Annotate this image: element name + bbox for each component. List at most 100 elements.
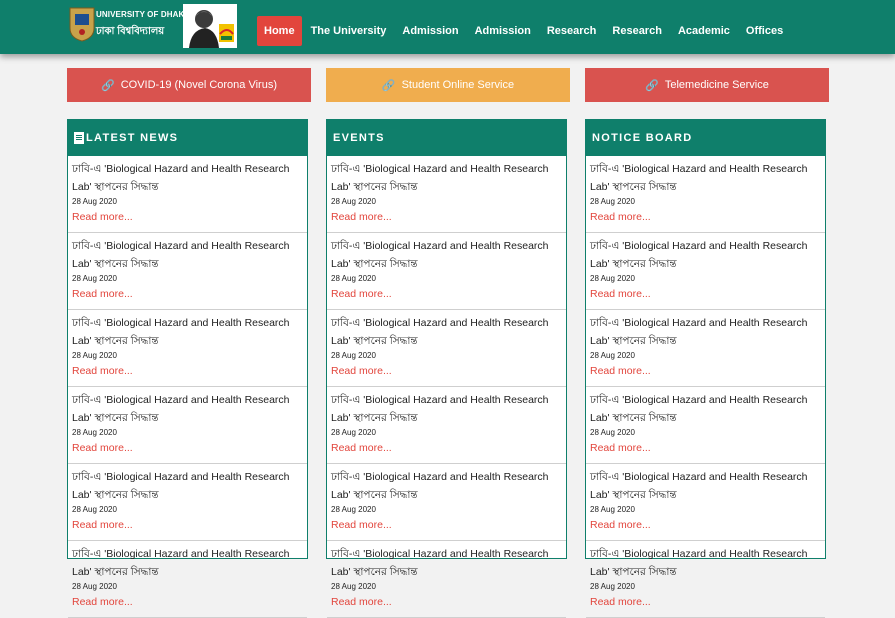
- read-more-link[interactable]: Read more...: [72, 285, 303, 303]
- brand-name-english: UNIVERSITY OF DHAKA: [96, 10, 191, 19]
- list-item: ঢাবি-এ 'Biological Hazard and Health Res…: [586, 541, 825, 618]
- list-item: ঢাবি-এ 'Biological Hazard and Health Res…: [68, 541, 307, 618]
- read-more-link[interactable]: Read more...: [331, 516, 562, 534]
- link-icon: 🔗: [645, 79, 659, 92]
- item-title-link[interactable]: ঢাবি-এ 'Biological Hazard and Health Res…: [331, 391, 562, 427]
- panel-title: EVENTS: [333, 132, 385, 144]
- item-title-link[interactable]: ঢাবি-এ 'Biological Hazard and Health Res…: [331, 468, 562, 504]
- item-date: 28 Aug 2020: [590, 582, 635, 591]
- read-more-link[interactable]: Read more...: [331, 593, 562, 611]
- list-item: ঢাবি-এ 'Biological Hazard and Health Res…: [68, 387, 307, 464]
- notice-board-panel: NOTICE BOARD ঢাবি-এ 'Biological Hazard a…: [585, 119, 826, 618]
- panel-header: LATEST NEWS: [68, 120, 307, 156]
- read-more-link[interactable]: Read more...: [590, 208, 821, 226]
- item-date: 28 Aug 2020: [590, 274, 635, 283]
- read-more-link[interactable]: Read more...: [331, 208, 562, 226]
- notice-list: ঢাবি-এ 'Biological Hazard and Health Res…: [586, 156, 825, 618]
- item-title-link[interactable]: ঢাবি-এ 'Biological Hazard and Health Res…: [72, 545, 303, 581]
- item-date: 28 Aug 2020: [72, 351, 117, 360]
- item-title-link[interactable]: ঢাবি-এ 'Biological Hazard and Health Res…: [72, 468, 303, 504]
- panel-title: NOTICE BOARD: [592, 132, 693, 144]
- brand-name-bangla: ঢাকা বিশ্ববিদ্যালয়: [96, 26, 165, 37]
- read-more-link[interactable]: Read more...: [331, 439, 562, 457]
- item-title-link[interactable]: ঢাবি-এ 'Biological Hazard and Health Res…: [590, 314, 821, 350]
- item-date: 28 Aug 2020: [72, 274, 117, 283]
- item-title-link[interactable]: ঢাবি-এ 'Biological Hazard and Health Res…: [590, 237, 821, 273]
- link-icon: 🔗: [381, 79, 396, 92]
- news-list: ঢাবি-এ 'Biological Hazard and Health Res…: [68, 156, 307, 618]
- list-item: ঢাবি-এ 'Biological Hazard and Health Res…: [68, 233, 307, 310]
- list-item: ঢাবি-এ 'Biological Hazard and Health Res…: [586, 464, 825, 541]
- list-item: ঢাবি-এ 'Biological Hazard and Health Res…: [586, 387, 825, 464]
- item-title-link[interactable]: ঢাবি-এ 'Biological Hazard and Health Res…: [72, 237, 303, 273]
- panel-header: NOTICE BOARD: [586, 120, 825, 156]
- item-date: 28 Aug 2020: [331, 582, 376, 591]
- nav-item-academic[interactable]: Academic: [671, 16, 737, 46]
- read-more-link[interactable]: Read more...: [72, 593, 303, 611]
- item-date: 28 Aug 2020: [331, 428, 376, 437]
- item-title-link[interactable]: ঢাবি-এ 'Biological Hazard and Health Res…: [331, 545, 562, 581]
- read-more-link[interactable]: Read more...: [590, 593, 821, 611]
- service-label: Student Online Service: [401, 79, 515, 91]
- read-more-link[interactable]: Read more...: [72, 208, 303, 226]
- item-date: 28 Aug 2020: [590, 505, 635, 514]
- events-panel: EVENTS ঢাবি-এ 'Biological Hazard and Hea…: [326, 119, 567, 618]
- read-more-link[interactable]: Read more...: [590, 439, 821, 457]
- item-date: 28 Aug 2020: [331, 351, 376, 360]
- nav-item-the-university[interactable]: The University: [304, 16, 394, 46]
- main-nav: Home The University Admission Admission Rese…: [257, 16, 792, 46]
- item-date: 28 Aug 2020: [590, 351, 635, 360]
- list-item: ঢাবি-এ 'Biological Hazard and Health Res…: [327, 310, 566, 387]
- list-item: ঢাবি-এ 'Biological Hazard and Health Res…: [68, 156, 307, 233]
- item-title-link[interactable]: ঢাবি-এ 'Biological Hazard and Health Res…: [331, 237, 562, 273]
- university-logo[interactable]: [68, 6, 96, 42]
- list-item: ঢাবি-এ 'Biological Hazard and Health Res…: [327, 541, 566, 618]
- panel-title: LATEST NEWS: [86, 132, 179, 144]
- service-button-covid[interactable]: 🔗 COVID-19 (Novel Corona Virus): [67, 68, 311, 102]
- nav-item-home[interactable]: Home: [257, 16, 302, 46]
- item-title-link[interactable]: ঢাবি-এ 'Biological Hazard and Health Res…: [72, 314, 303, 350]
- read-more-link[interactable]: Read more...: [331, 285, 562, 303]
- nav-item-research[interactable]: Research: [540, 16, 604, 46]
- service-button-student-online[interactable]: 🔗 Student Online Service: [326, 68, 570, 102]
- read-more-link[interactable]: Read more...: [590, 516, 821, 534]
- list-item: ঢাবি-এ 'Biological Hazard and Health Res…: [586, 310, 825, 387]
- read-more-link[interactable]: Read more...: [590, 285, 821, 303]
- mujib-year-portrait: [183, 4, 237, 48]
- list-item: ঢাবি-এ 'Biological Hazard and Health Res…: [327, 156, 566, 233]
- read-more-link[interactable]: Read more...: [72, 439, 303, 457]
- item-date: 28 Aug 2020: [72, 197, 117, 206]
- list-item: ঢাবি-এ 'Biological Hazard and Health Res…: [586, 156, 825, 233]
- nav-item-admission[interactable]: Admission: [468, 16, 538, 46]
- item-title-link[interactable]: ঢাবি-এ 'Biological Hazard and Health Res…: [72, 391, 303, 427]
- item-date: 28 Aug 2020: [590, 197, 635, 206]
- panel-header: EVENTS: [327, 120, 566, 156]
- list-item: ঢাবি-এ 'Biological Hazard and Health Res…: [68, 310, 307, 387]
- service-button-telemedicine[interactable]: 🔗 Telemedicine Service: [585, 68, 829, 102]
- item-date: 28 Aug 2020: [72, 582, 117, 591]
- list-item: ঢাবি-এ 'Biological Hazard and Health Res…: [327, 387, 566, 464]
- events-list: ঢাবি-এ 'Biological Hazard and Health Res…: [327, 156, 566, 618]
- nav-item-admission[interactable]: Admission: [395, 16, 465, 46]
- nav-item-research[interactable]: Research: [605, 16, 669, 46]
- item-date: 28 Aug 2020: [331, 197, 376, 206]
- read-more-link[interactable]: Read more...: [72, 362, 303, 380]
- read-more-link[interactable]: Read more...: [72, 516, 303, 534]
- item-date: 28 Aug 2020: [590, 428, 635, 437]
- nav-item-offices[interactable]: Offices: [739, 16, 790, 46]
- item-date: 28 Aug 2020: [331, 274, 376, 283]
- item-title-link[interactable]: ঢাবি-এ 'Biological Hazard and Health Res…: [590, 468, 821, 504]
- latest-news-panel: LATEST NEWS ঢাবি-এ 'Biological Hazard an…: [67, 119, 308, 618]
- read-more-link[interactable]: Read more...: [331, 362, 562, 380]
- document-icon: [74, 132, 84, 144]
- item-title-link[interactable]: ঢাবি-এ 'Biological Hazard and Health Res…: [590, 160, 821, 196]
- item-date: 28 Aug 2020: [331, 505, 376, 514]
- item-title-link[interactable]: ঢাবি-এ 'Biological Hazard and Health Res…: [331, 314, 562, 350]
- link-icon: 🔗: [101, 79, 115, 92]
- item-title-link[interactable]: ঢাবি-এ 'Biological Hazard and Health Res…: [331, 160, 562, 196]
- read-more-link[interactable]: Read more...: [590, 362, 821, 380]
- list-item: ঢাবি-এ 'Biological Hazard and Health Res…: [68, 464, 307, 541]
- item-title-link[interactable]: ঢাবি-এ 'Biological Hazard and Health Res…: [590, 391, 821, 427]
- item-title-link[interactable]: ঢাবি-এ 'Biological Hazard and Health Res…: [72, 160, 303, 196]
- item-title-link[interactable]: ঢাবি-এ 'Biological Hazard and Health Res…: [590, 545, 821, 581]
